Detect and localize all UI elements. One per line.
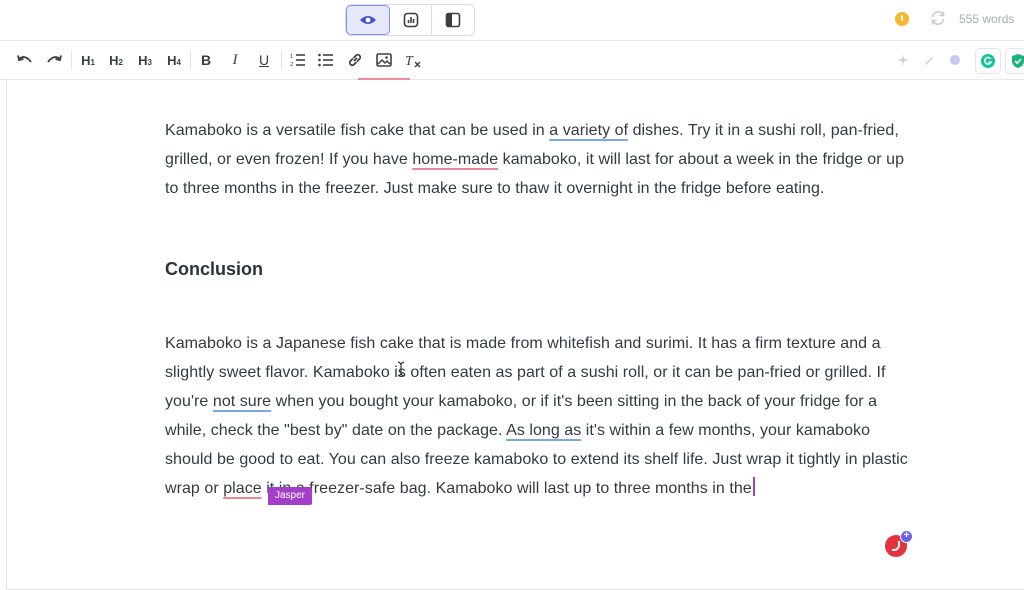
sidebar-view-button[interactable]: [432, 5, 474, 35]
image-button[interactable]: [374, 49, 394, 71]
text-run: Kamaboko is a versatile fish cake that c…: [165, 122, 550, 139]
style-suggestion[interactable]: a variety of: [549, 122, 628, 139]
link-icon: [349, 54, 361, 66]
preview-view-button[interactable]: [346, 5, 390, 35]
section-heading[interactable]: Conclusion: [165, 259, 263, 280]
heading-4-number: 4: [176, 57, 181, 67]
heading-4-letter: H: [167, 52, 177, 68]
collaborator-cursor-tag: Jasper: [268, 487, 313, 505]
paragraph-storage[interactable]: Kamaboko is a versatile fish cake that c…: [165, 116, 917, 203]
heading-3-number: 3: [147, 57, 152, 67]
numbered-list-button[interactable]: 1 2: [288, 49, 308, 71]
redo-button[interactable]: [44, 49, 64, 71]
sidebar-layout-icon: [445, 12, 461, 28]
italic-button[interactable]: I: [226, 49, 244, 71]
pen-icon: [925, 57, 933, 65]
underline-button[interactable]: U: [255, 49, 273, 71]
bullet-list-button[interactable]: [316, 49, 336, 71]
link-button[interactable]: [345, 49, 365, 71]
spelling-suggestion[interactable]: home-made: [412, 151, 498, 168]
word-count: 555 words: [959, 12, 1015, 26]
i-beam-cursor-icon: [397, 361, 405, 377]
redo-icon: [47, 55, 62, 63]
stats-view-button[interactable]: [390, 5, 433, 35]
heading-4-button[interactable]: H4: [164, 49, 184, 71]
heading-2-letter: H: [109, 52, 119, 68]
text-run: it in a freezer-safe bag. Kamaboko will …: [261, 480, 752, 497]
grammarly-icon: [981, 54, 995, 68]
style-suggestion[interactable]: not sure: [213, 393, 271, 410]
sparkle-icon: [897, 54, 909, 66]
formatting-toolbar: H1 H2 H3 H4 B I U 1 2 T: [0, 40, 1024, 80]
heading-1-letter: H: [81, 52, 91, 68]
jasper-assist-button[interactable]: [947, 49, 963, 71]
toolbar-divider: [281, 50, 282, 70]
bullet-list-icon: [318, 53, 333, 67]
plus-badge-icon[interactable]: +: [900, 530, 913, 543]
heading-1-number: 1: [90, 57, 95, 67]
clear-formatting-button[interactable]: T: [403, 49, 423, 71]
heading-3-button[interactable]: H3: [135, 49, 155, 71]
heading-2-number: 2: [118, 57, 123, 67]
stats-icon: [403, 12, 418, 28]
spelling-suggestion[interactable]: place: [223, 480, 262, 497]
grammarly-button[interactable]: [975, 48, 1001, 74]
plagiarism-check-button[interactable]: [1005, 48, 1024, 74]
image-icon: [376, 53, 392, 67]
svg-text:1: 1: [290, 54, 293, 60]
heading-2-button[interactable]: H2: [106, 49, 126, 71]
top-bar: 555 words: [0, 0, 1024, 40]
heading-1-button[interactable]: H1: [78, 49, 98, 71]
view-mode-toggle: [345, 4, 475, 36]
eye-icon: [359, 16, 376, 24]
sync-icon[interactable]: [929, 9, 947, 27]
bold-button[interactable]: B: [197, 49, 215, 71]
assistant-icon: [950, 55, 960, 65]
undo-button[interactable]: [15, 49, 35, 71]
clipped-previous-line: [320, 78, 410, 84]
rewrite-pen-button[interactable]: [921, 49, 937, 71]
clear-formatting-icon: T: [405, 54, 421, 68]
shield-icon: [1012, 54, 1024, 68]
paragraph-conclusion[interactable]: Kamaboko is a Japanese fish cake that is…: [165, 329, 917, 503]
editor-left-border: [6, 78, 7, 590]
text-caret: [752, 477, 755, 496]
style-suggestion[interactable]: As long as: [506, 422, 581, 439]
undo-icon: [17, 55, 32, 63]
alert-status-icon[interactable]: [895, 12, 909, 26]
svg-text:T: T: [405, 54, 414, 68]
numbered-list-icon: 1 2: [290, 54, 305, 67]
magic-sparkle-button[interactable]: [895, 49, 911, 71]
toolbar-divider: [190, 50, 191, 70]
heading-3-letter: H: [138, 52, 148, 68]
toolbar-divider: [71, 50, 72, 70]
svg-text:2: 2: [290, 62, 293, 67]
